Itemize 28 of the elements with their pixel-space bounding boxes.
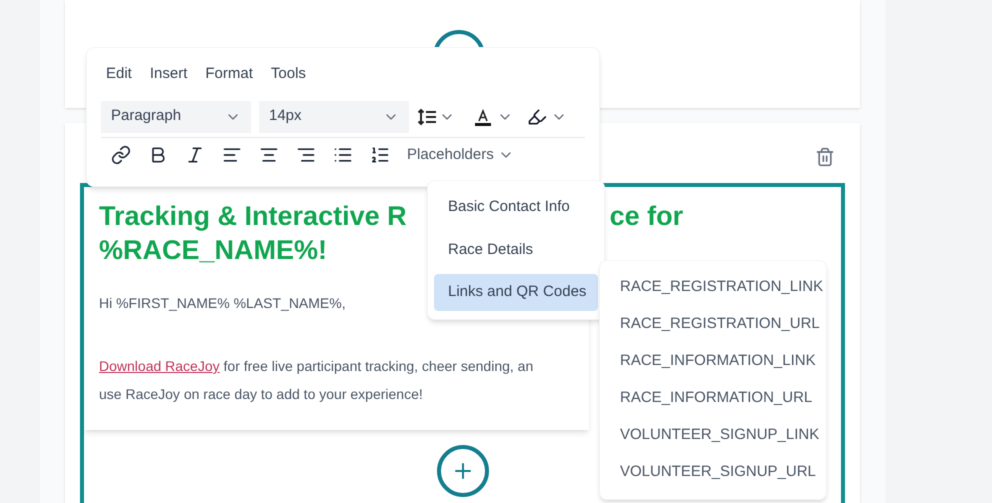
placeholder-option[interactable]: VOLUNTEER_SIGNUP_URL [600, 454, 826, 491]
placeholder-option[interactable]: RACE_INFORMATION_URL [600, 380, 826, 417]
heading-text: ce for [610, 200, 684, 233]
placeholder-category[interactable]: Links and QR Codes [434, 274, 598, 310]
menu-item[interactable]: Format [200, 60, 258, 88]
placeholder-category[interactable]: Race Details [434, 232, 598, 268]
greeting-text: Hi %FIRST_NAME% %LAST_NAME%, [99, 294, 347, 313]
download-link[interactable]: Download RaceJoy [99, 358, 220, 374]
heading-text: %RACE_NAME%! [99, 234, 328, 267]
body-paragraph: Download RaceJoy for free live participant tracking, cheer sending, an use RaceJoy on race day to add to your experience! [99, 357, 534, 404]
placeholder-category[interactable]: Basic Contact Info [434, 189, 598, 226]
block-format-select[interactable]: Paragraph [101, 100, 251, 132]
placeholder-option[interactable]: RACE_INFORMATION_LINK [600, 343, 826, 380]
delete-icon[interactable] [815, 147, 835, 167]
font-size-select[interactable]: 14px [259, 100, 409, 132]
placeholders-dropdown[interactable]: Placeholders [407, 144, 514, 166]
placeholder-option[interactable]: RACE_REGISTRATION_LINK [600, 269, 826, 306]
text-color-icon[interactable] [473, 106, 493, 126]
heading-text: Tracking & Interactive R [99, 200, 407, 233]
menu-item[interactable]: Insert [144, 60, 192, 88]
menu-item[interactable]: Edit [101, 60, 137, 88]
placeholder-option[interactable]: RACE_REGISTRATION_URL [600, 306, 826, 343]
numbered-list-icon[interactable] [370, 144, 390, 165]
line-height-icon[interactable] [417, 106, 437, 126]
menu-item[interactable]: Tools [266, 60, 311, 88]
highlighter-icon[interactable] [527, 106, 547, 126]
placeholder-option[interactable]: VOLUNTEER_SIGNUP_LINK [600, 417, 826, 454]
link-icon[interactable] [111, 144, 131, 165]
